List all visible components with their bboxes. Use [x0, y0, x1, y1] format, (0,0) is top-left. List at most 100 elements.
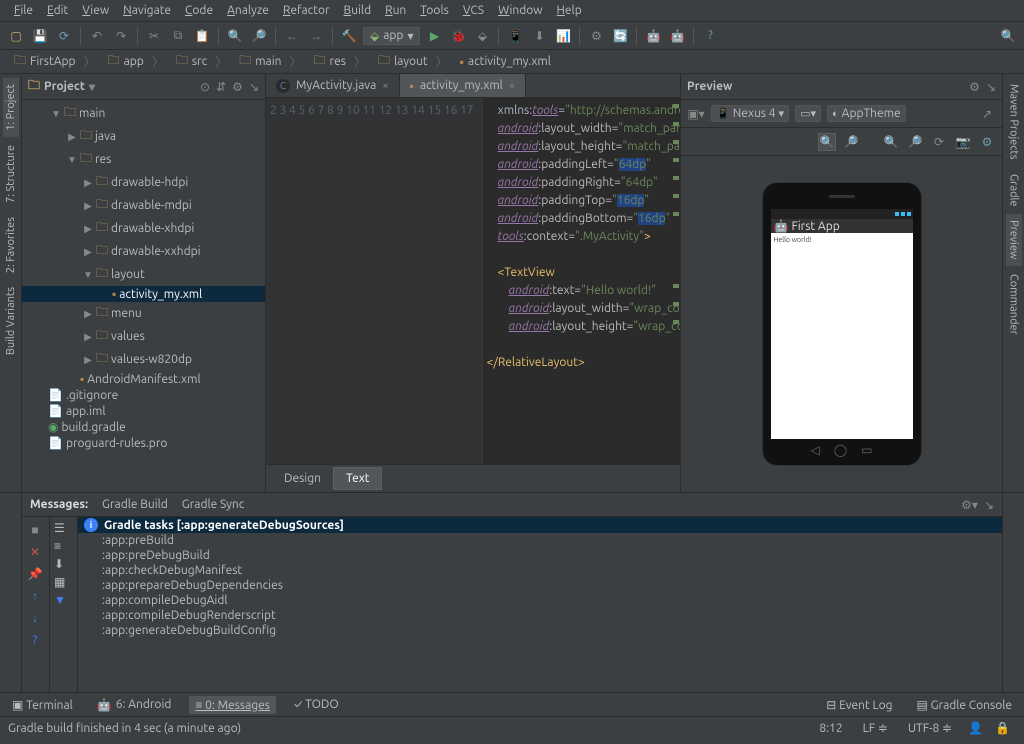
messages-list[interactable]: i Gradle tasks [:app:generateDebugSource… [78, 517, 1002, 692]
breadcrumb-item[interactable]: 🗀 FirstApp [8, 50, 102, 73]
gear-icon[interactable]: ⚙ [978, 133, 996, 151]
android-icon[interactable]: 🤖 [643, 26, 663, 46]
tree-item[interactable]: 📄 proguard-rules.pro [22, 435, 265, 451]
back-icon[interactable]: ← [282, 26, 302, 46]
tree-item[interactable]: ▼🗀 main [22, 102, 265, 125]
designer-tab-design[interactable]: Design [272, 468, 333, 489]
tree-item[interactable]: ▼🗀 layout [22, 263, 265, 286]
menu-help[interactable]: Help [551, 2, 588, 19]
menu-file[interactable]: File [8, 2, 39, 19]
expand-icon[interactable]: ☰ [54, 521, 73, 535]
undo-icon[interactable]: ↶ [87, 26, 107, 46]
menu-tools[interactable]: Tools [414, 2, 455, 19]
hide-icon[interactable]: ↘ [249, 80, 259, 94]
messages-header[interactable]: i Gradle tasks [:app:generateDebugSource… [78, 517, 1002, 533]
stop-icon[interactable]: ■ [26, 521, 44, 539]
menu-code[interactable]: Code [179, 2, 219, 19]
designer-tab-text[interactable]: Text [333, 467, 383, 490]
sdk-icon[interactable]: ⬇ [529, 26, 549, 46]
cursor-position[interactable]: 8:12 [809, 722, 852, 735]
bottom-tab-todo[interactable]: ✓ TODO [288, 696, 345, 713]
pin-icon[interactable]: 📌 [26, 565, 44, 583]
breadcrumb-item[interactable]: 🗀 src [170, 50, 233, 73]
menu-build[interactable]: Build [338, 2, 378, 19]
breadcrumb-item[interactable]: 🗀 layout [372, 50, 454, 73]
zoom-out-icon[interactable]: 🔎 [906, 133, 924, 151]
tool-tab-gradle[interactable]: Gradle [1006, 168, 1022, 213]
cut-icon[interactable]: ✂ [144, 26, 164, 46]
bottom-tab-gradle-console[interactable]: ▤ Gradle Console [911, 696, 1019, 714]
message-item[interactable]: :app:generateDebugBuildConfig [78, 623, 1002, 638]
autoscroll-icon[interactable]: ⬇ [54, 557, 73, 571]
error-stripe[interactable] [670, 98, 680, 464]
inspection-icon[interactable]: 👤 [962, 721, 989, 735]
hide-icon[interactable]: ↘ [984, 498, 994, 512]
down-icon[interactable]: ↓ [26, 609, 44, 627]
tool-tab----structure[interactable]: 7: Structure [3, 139, 19, 209]
bottom-tab-event-log[interactable]: ⊟ Event Log [820, 696, 898, 714]
bottom-tab-terminal[interactable]: ▣ Terminal [6, 696, 79, 714]
bottom-tab----messages[interactable]: ≡ 0: Messages [189, 696, 276, 714]
message-item[interactable]: :app:preDebugBuild [78, 548, 1002, 563]
message-item[interactable]: :app:preBuild [78, 533, 1002, 548]
tool-tab----favorites[interactable]: 2: Favorites [3, 211, 19, 279]
filter-icon[interactable]: ▼ [54, 593, 73, 607]
tree-item[interactable]: ▶🗀 menu [22, 302, 265, 325]
close-icon[interactable]: ✕ [26, 543, 44, 561]
copy-icon[interactable]: ⧉ [168, 26, 188, 46]
project-tree[interactable]: ▼🗀 main▶🗀 java▼🗀 res▶🗀 drawable-hdpi▶🗀 d… [22, 100, 265, 492]
make-icon[interactable]: 🔨 [339, 26, 359, 46]
breadcrumb-item[interactable]: 🗀 app [102, 50, 170, 73]
jump-icon[interactable]: ↗ [978, 105, 996, 123]
tool-tab-commander[interactable]: Commander [1006, 268, 1022, 341]
menu-edit[interactable]: Edit [41, 2, 74, 19]
search-everywhere-icon[interactable]: 🔍 [998, 26, 1018, 46]
tree-item[interactable]: ▶🗀 values-w820dp [22, 348, 265, 371]
line-separator[interactable]: LF ≑ [853, 721, 898, 735]
scroll-target-icon[interactable]: ⊙ [200, 80, 210, 94]
orientation-selector[interactable]: ▭▾ [795, 105, 821, 122]
menu-navigate[interactable]: Navigate [117, 2, 177, 19]
breadcrumb-item[interactable]: 🗀 res [308, 50, 372, 73]
hide-icon[interactable]: ↘ [986, 80, 996, 94]
code-editor[interactable]: 2 3 4 5 6 7 8 9 10 11 12 13 14 15 16 17 … [266, 98, 680, 464]
lock-icon[interactable]: 🔒 [989, 721, 1016, 735]
menu-run[interactable]: Run [379, 2, 412, 19]
tree-item[interactable]: ▪ activity_my.xml [22, 286, 265, 302]
tree-item[interactable]: ▶🗀 drawable-xhdpi [22, 217, 265, 240]
tree-item[interactable]: ◉ build.gradle [22, 419, 265, 435]
settings-icon[interactable]: ⚙▾ [961, 498, 978, 512]
editor-tab[interactable]: ▪ activity_my.xml × [400, 74, 527, 97]
menu-view[interactable]: View [76, 2, 115, 19]
bottom-tab----android[interactable]: 🤖 6: Android [91, 696, 178, 714]
tree-item[interactable]: 📄 app.iml [22, 403, 265, 419]
tree-item[interactable]: ▶🗀 java [22, 125, 265, 148]
redo-icon[interactable]: ↷ [111, 26, 131, 46]
help-icon[interactable]: ? [26, 631, 44, 649]
code-content[interactable]: xmlns:tools="http://schemas.android.co a… [483, 98, 680, 464]
settings-icon[interactable]: ⚙ [969, 80, 980, 94]
tree-item[interactable]: ▶🗀 drawable-xxhdpi [22, 240, 265, 263]
run-config-selector[interactable]: ⬙app▾ [363, 27, 420, 45]
help-icon[interactable]: ? [700, 26, 720, 46]
device-selector[interactable]: 📱 Nexus 4 ▾ [711, 105, 789, 122]
tool-tab-maven-projects[interactable]: Maven Projects [1006, 78, 1022, 166]
replace-icon[interactable]: 🔎 [249, 26, 269, 46]
android-icon-2[interactable]: 🤖 [667, 26, 687, 46]
tool-tab-preview[interactable]: Preview [1006, 214, 1022, 265]
monitor-icon[interactable]: 📊 [553, 26, 573, 46]
sync-icon[interactable]: ⟳ [54, 26, 74, 46]
tree-item[interactable]: ▶🗀 values [22, 325, 265, 348]
breadcrumb-item[interactable]: ▪ activity_my.xml [454, 54, 565, 70]
tool-tab----project[interactable]: 1: Project [3, 78, 19, 137]
paste-icon[interactable]: 📋 [192, 26, 212, 46]
screenshot-icon[interactable]: 📷 [954, 133, 972, 151]
tree-item[interactable]: ▼🗀 res [22, 148, 265, 171]
messages-tab[interactable]: Gradle Sync [182, 498, 245, 511]
message-item[interactable]: :app:checkDebugManifest [78, 563, 1002, 578]
debug-icon[interactable]: 🐞 [448, 26, 468, 46]
sync-gradle-icon[interactable]: 🔄 [610, 26, 630, 46]
project-panel-title[interactable]: 🗀Project▾ [28, 76, 200, 97]
attach-debug-icon[interactable]: ⬙ [472, 26, 492, 46]
menu-vcs[interactable]: VCS [457, 2, 490, 19]
